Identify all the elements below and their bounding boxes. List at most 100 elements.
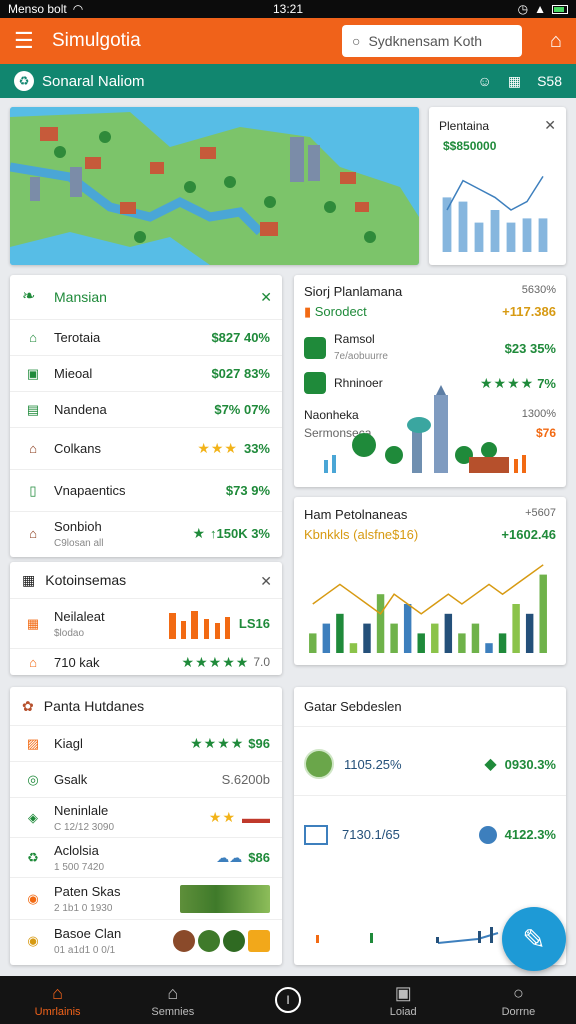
building-icon[interactable]: ▦ xyxy=(508,73,521,90)
alarm-icon: ◷ xyxy=(517,2,529,16)
list-item[interactable]: Ramsol 7e/aobuurre $23 35% xyxy=(294,320,566,364)
city-map[interactable] xyxy=(10,107,419,265)
subbar-count: S58 xyxy=(537,73,562,89)
item-sub: 1 500 7420 xyxy=(54,861,105,873)
menu-icon[interactable]: ☰ xyxy=(14,28,46,54)
orange-bar-chart xyxy=(168,610,230,639)
chart-bar xyxy=(376,594,385,653)
face-icon xyxy=(478,825,497,844)
chart-bar xyxy=(363,623,371,653)
thumb-icon xyxy=(198,929,220,952)
group-icon: ✿ xyxy=(22,697,34,714)
list-item[interactable]: 1105.25% ◆ 0930.3% xyxy=(294,727,566,787)
item-label: Terotaia xyxy=(54,330,101,345)
item-value: $827 40% xyxy=(211,330,270,345)
nav-item-map[interactable]: ▣ Loiad xyxy=(346,983,461,1018)
chart-bar xyxy=(417,633,425,653)
note-icon: ◈ xyxy=(28,809,38,825)
signal-icon: ▲ xyxy=(534,2,546,16)
chart-line xyxy=(312,564,544,615)
list-item[interactable]: ▤ Nandena $7% 07% xyxy=(10,391,282,427)
nav-item-semnies[interactable]: ⌂ Semnies xyxy=(115,983,230,1018)
nav-label: Umrlainis xyxy=(34,1005,81,1018)
list-item[interactable]: ⌂ Colkans ★★★ 33% xyxy=(10,427,282,469)
bank-icon: ⌂ xyxy=(167,982,179,1003)
list-item[interactable]: ▨ Kiagl ★★★★ $96 xyxy=(10,725,282,761)
item-label: Paten Skas xyxy=(54,883,121,899)
chart-bar xyxy=(403,604,412,653)
nav-item-search[interactable]: ○ Dorrne xyxy=(461,983,576,1018)
edit-fab-button[interactable]: ✎ xyxy=(502,907,566,971)
flag-icon: ▮ xyxy=(304,304,315,319)
people-icon[interactable]: ☺ xyxy=(478,73,492,89)
item-label: Kiagl xyxy=(54,736,83,751)
item-sub: $lodao xyxy=(53,627,85,639)
list-item[interactable]: 7130.1/65 4122.3% xyxy=(294,795,566,855)
item-value: $96 xyxy=(248,736,270,751)
thumb-icon xyxy=(173,929,195,952)
item-label: 710 kak xyxy=(54,654,100,670)
globe-icon: ◎ xyxy=(27,771,39,787)
item-label: Nandena xyxy=(54,402,107,417)
close-icon[interactable]: ✕ xyxy=(260,573,272,590)
close-icon[interactable]: ✕ xyxy=(544,117,556,134)
chart-bar xyxy=(471,623,480,653)
list-item[interactable]: ⌂ Sonbioh C9losan all ★ ↑150K 3% xyxy=(10,511,282,555)
list-card-2: ▦ Kotoinsemas ✕ ▦ Neilaleat $lodao LS16 ⌂… xyxy=(10,562,282,675)
bottom-nav: ⌂ Umrlainis ⌂ Semnies ⏽ ▣ Loiad ○ Dorrne xyxy=(0,976,576,1024)
park-thumbnail xyxy=(180,884,270,913)
list-item[interactable]: ◉ Paten Skas 2 1b1 0 1930 xyxy=(10,877,282,919)
list-item[interactable]: ▯ Vnapaentics $73 9% xyxy=(10,469,282,511)
card-sub-value: +1602.46 xyxy=(501,527,556,542)
search-input[interactable]: ○ Sydknensam Koth xyxy=(342,25,522,57)
nav-item-center[interactable]: ⏽ xyxy=(230,987,345,1013)
handshake-icon: ◆ xyxy=(484,756,497,773)
store-icon: ▣ xyxy=(26,365,40,381)
list-item[interactable]: ▣ Mieoal $027 83% xyxy=(10,355,282,391)
calendar-icon xyxy=(304,824,328,845)
item-sub: C9losan all xyxy=(54,537,104,549)
list-card-3: ✿ Panta Hutdanes ▨ Kiagl ★★★★ $96 ◎ Gsalk S.6… xyxy=(10,687,282,965)
list-item[interactable]: ▦ Neilaleat $lodao LS16 xyxy=(10,598,282,648)
shop-icon xyxy=(304,337,326,359)
list-card-1: ❧ Mansian ✕ ⌂ Terotaia $827 40% ▣ Mieoal $02… xyxy=(10,275,282,557)
item-value: $73 9% xyxy=(225,483,270,498)
calendar-icon: ▦ xyxy=(26,615,40,631)
list-item[interactable]: ◈ Neninlale C 12/12 3090 ★★ ▬▬ xyxy=(10,797,282,837)
chart-bar xyxy=(522,218,532,252)
nav-label: Loiad xyxy=(389,1005,417,1018)
chart-bar xyxy=(525,613,534,653)
list-item[interactable]: ⌂ Terotaia $827 40% xyxy=(10,319,282,355)
item-label: Neilaleat xyxy=(53,608,105,624)
search-icon: ○ xyxy=(512,982,524,1003)
item-value: 4122.3% xyxy=(504,827,556,842)
item-sub: 01 a1d1 0 0/1 xyxy=(54,944,116,956)
card-sub-value: +117.386 xyxy=(502,304,556,319)
list-item[interactable]: ♻ Aclolsia 1 500 7420 ☁☁ $86 xyxy=(10,837,282,877)
performance-chart xyxy=(309,564,547,653)
chart-bar xyxy=(390,623,398,653)
card-title: Ham Petolnaneas xyxy=(304,507,408,522)
close-icon[interactable]: ✕ xyxy=(260,289,272,306)
nav-item-home[interactable]: ⌂ Umrlainis xyxy=(0,983,115,1018)
list-item[interactable]: ◎ Gsalk S.6200b xyxy=(10,761,282,797)
card-title: Gatar Sebdeslen xyxy=(294,687,566,727)
item-label: Ramsol xyxy=(334,332,375,346)
list-item[interactable]: ⌂ 710 kak ★★★★★ 7.0 xyxy=(10,648,282,675)
list-item[interactable]: ◉ Basoe Clan 01 a1d1 0 0/1 xyxy=(10,919,282,961)
status-bar: Menso bolt ◠ 13:21 ◷ ▲ xyxy=(0,0,576,18)
chart-bar xyxy=(512,604,520,653)
rating-stars: ★ xyxy=(192,525,207,541)
thumb-icon xyxy=(223,929,245,952)
card-title-value: +5607 xyxy=(525,507,556,519)
list-card-3-title: Panta Hutdanes xyxy=(43,698,145,714)
chat-icon: ⌂ xyxy=(29,330,37,345)
home-icon[interactable]: ⌂ xyxy=(522,30,562,53)
item-value: 7.0 xyxy=(253,655,270,669)
rating-stars: ★★★★ xyxy=(190,735,245,751)
search-placeholder: Sydknensam Koth xyxy=(368,33,483,49)
item-label: Aclolsia xyxy=(54,842,99,858)
tag-icon: ▨ xyxy=(26,735,40,751)
chart-bar xyxy=(538,218,548,252)
recycle-icon: ♻ xyxy=(14,71,34,91)
